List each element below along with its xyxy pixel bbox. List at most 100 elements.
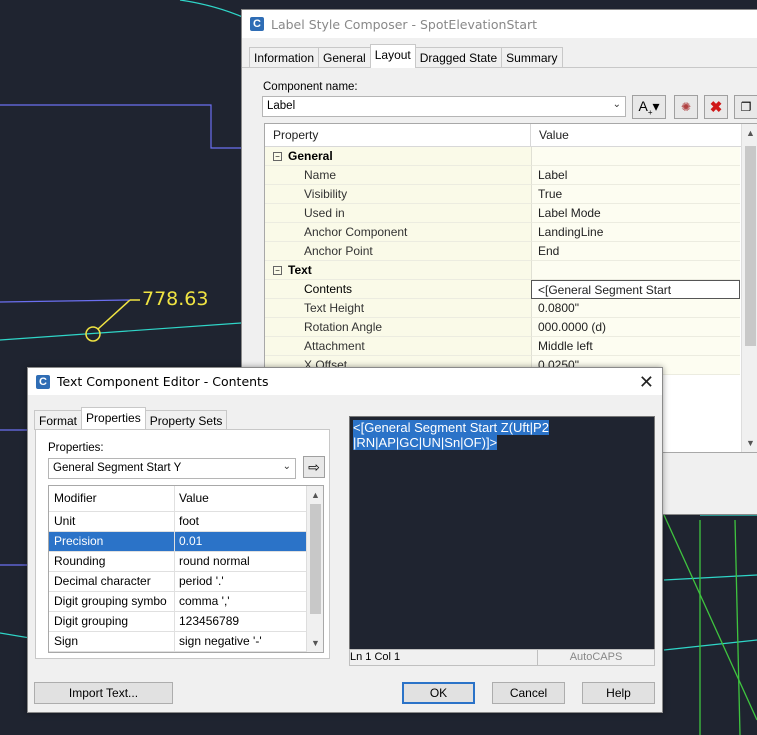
modifier-value[interactable]: sign negative '-' — [175, 632, 306, 651]
text-add-icon: A+▾ — [638, 97, 660, 117]
modifier-name: Rounding — [49, 552, 175, 571]
property-row[interactable]: Rotation Angle 000.0000 (d) — [265, 318, 757, 337]
modifier-row[interactable]: Unit foot — [49, 512, 323, 532]
tab-dragged-state[interactable]: Dragged State — [414, 47, 503, 67]
chevron-down-icon: ⌄ — [282, 461, 291, 472]
tab-format[interactable]: Format — [34, 410, 83, 430]
modifier-row[interactable]: Sign sign negative '-' — [49, 632, 323, 652]
category-row-text[interactable]: − Text — [265, 261, 757, 280]
property-name: Name — [265, 166, 531, 185]
property-name: Text Height — [265, 299, 531, 318]
component-name-label: Component name: — [263, 81, 358, 93]
modifier-value[interactable]: round normal — [175, 552, 306, 571]
category-label: Text — [288, 263, 312, 277]
component-name-value: Label — [267, 100, 296, 112]
property-value[interactable]: Label — [531, 166, 740, 185]
property-row[interactable]: Visibility True — [265, 185, 757, 204]
lsc-tabs: Information General Layout Dragged State… — [242, 38, 757, 68]
properties-value: General Segment Start Y — [53, 462, 182, 474]
modifier-row[interactable]: Digit grouping 123456789 — [49, 612, 323, 632]
properties-panel: Properties: General Segment Start Y ⌄ ⇨ … — [35, 429, 330, 659]
modifier-name: Decimal character — [49, 572, 175, 591]
modifier-name: Sign — [49, 632, 175, 651]
category-row-general[interactable]: − General — [265, 147, 757, 166]
property-value[interactable]: Label Mode — [531, 204, 740, 223]
property-value[interactable]: 0.0800" — [531, 299, 740, 318]
tab-general[interactable]: General — [318, 47, 371, 67]
civil3d-logo-icon: C — [36, 374, 50, 389]
modifier-value[interactable]: comma ',' — [175, 592, 306, 611]
property-value[interactable]: LandingLine — [531, 223, 740, 242]
modifier-row-selected[interactable]: Precision 0.01 — [49, 532, 323, 552]
modifier-name: Unit — [49, 512, 175, 531]
property-row[interactable]: Text Height 0.0800" — [265, 299, 757, 318]
delete-x-icon: ✖ — [709, 99, 723, 116]
property-value[interactable]: End — [531, 242, 740, 261]
property-row[interactable]: Used in Label Mode — [265, 204, 757, 223]
text-editor-area[interactable]: <[General Segment Start Z(Uft|P2 |RN|AP|… — [349, 416, 655, 663]
properties-select[interactable]: General Segment Start Y ⌄ — [48, 458, 296, 479]
property-name: Visibility — [265, 185, 531, 204]
value-column-header: Value — [539, 128, 569, 142]
modifier-row[interactable]: Rounding round normal — [49, 552, 323, 572]
property-grid-header: Property Value — [265, 124, 757, 147]
modifier-name: Digit grouping symbo — [49, 592, 175, 611]
lsc-titlebar[interactable]: C Label Style Composer - SpotElevationSt… — [242, 10, 757, 38]
lsc-title: Label Style Composer - SpotElevationStar… — [271, 16, 538, 32]
modifier-column-header: Modifier — [49, 486, 175, 511]
property-row[interactable]: Attachment Middle left — [265, 337, 757, 356]
property-value[interactable]: 000.0000 (d) — [531, 318, 740, 337]
scroll-up-icon[interactable]: ▲ — [311, 490, 320, 500]
scroll-thumb[interactable] — [310, 504, 321, 614]
modifier-value[interactable]: 0.01 — [175, 532, 306, 551]
copy-component-button[interactable]: ✺ — [674, 95, 698, 119]
property-name: Used in — [265, 204, 531, 223]
property-value[interactable]: True — [531, 185, 740, 204]
property-row[interactable]: Anchor Component LandingLine — [265, 223, 757, 242]
collapse-icon[interactable]: − — [273, 266, 282, 276]
tce-titlebar[interactable]: C Text Component Editor - Contents — [28, 368, 662, 395]
insert-property-button[interactable]: ⇨ — [303, 456, 325, 478]
modifier-name: Precision — [49, 532, 175, 551]
collapse-icon[interactable]: − — [273, 152, 282, 162]
modifier-value[interactable]: period '.' — [175, 572, 306, 591]
property-name: Anchor Point — [265, 242, 531, 261]
delete-component-button[interactable]: ✖ — [704, 95, 728, 119]
property-row[interactable]: Name Label — [265, 166, 757, 185]
tab-information[interactable]: Information — [249, 47, 320, 67]
modifier-table-scrollbar[interactable]: ▲ ▼ — [306, 486, 323, 652]
modifier-value[interactable]: 123456789 — [175, 612, 306, 631]
property-grid-scrollbar[interactable]: ▲ ▼ — [741, 124, 757, 452]
close-icon[interactable]: ✕ — [639, 372, 654, 393]
modifier-value[interactable]: foot — [175, 512, 306, 531]
property-value[interactable]: Middle left — [531, 337, 740, 356]
tce-tabs: Format Properties Property Sets — [34, 406, 228, 431]
spot-elevation-marker — [85, 299, 140, 342]
scroll-down-icon[interactable]: ▼ — [311, 638, 320, 648]
property-row-selected[interactable]: Contents<[General Segment Start Z(Uft|P2… — [265, 280, 757, 315]
cancel-button[interactable]: Cancel — [492, 682, 565, 704]
tab-property-sets[interactable]: Property Sets — [144, 410, 228, 430]
modifier-row[interactable]: Digit grouping symbo comma ',' — [49, 592, 323, 612]
import-text-button[interactable]: Import Text... — [34, 682, 173, 704]
component-name-select[interactable]: Label ⌄ — [262, 96, 626, 117]
scroll-down-icon[interactable]: ▼ — [746, 438, 755, 448]
add-component-button[interactable]: A+▾ — [632, 95, 666, 119]
tab-properties[interactable]: Properties — [81, 407, 146, 431]
draw-order-button[interactable]: ❐ — [734, 95, 757, 119]
editor-text[interactable]: <[General Segment Start Z(Uft|P2 |RN|AP|… — [353, 420, 653, 450]
editor-line-2: |RN|AP|GC|UN|Sn|OF)]> — [353, 435, 498, 450]
autocaps-indicator[interactable]: AutoCAPS — [538, 650, 654, 665]
scroll-thumb[interactable] — [745, 146, 756, 346]
tab-summary[interactable]: Summary — [501, 47, 563, 67]
property-value[interactable]: <[General Segment Start Z(Uft|P2|R... — [531, 280, 740, 315]
draw-order-icon: ❐ — [740, 100, 752, 114]
tce-title: Text Component Editor - Contents — [57, 374, 269, 389]
modifier-row[interactable]: Decimal character period '.' — [49, 572, 323, 592]
property-row[interactable]: Anchor Point End — [265, 242, 757, 261]
scroll-up-icon[interactable]: ▲ — [746, 128, 755, 138]
tab-layout[interactable]: Layout — [369, 44, 416, 68]
text-component-editor-dialog: C Text Component Editor - Contents ✕ For… — [27, 367, 663, 713]
ok-button[interactable]: OK — [402, 682, 475, 704]
help-button[interactable]: Help — [582, 682, 655, 704]
